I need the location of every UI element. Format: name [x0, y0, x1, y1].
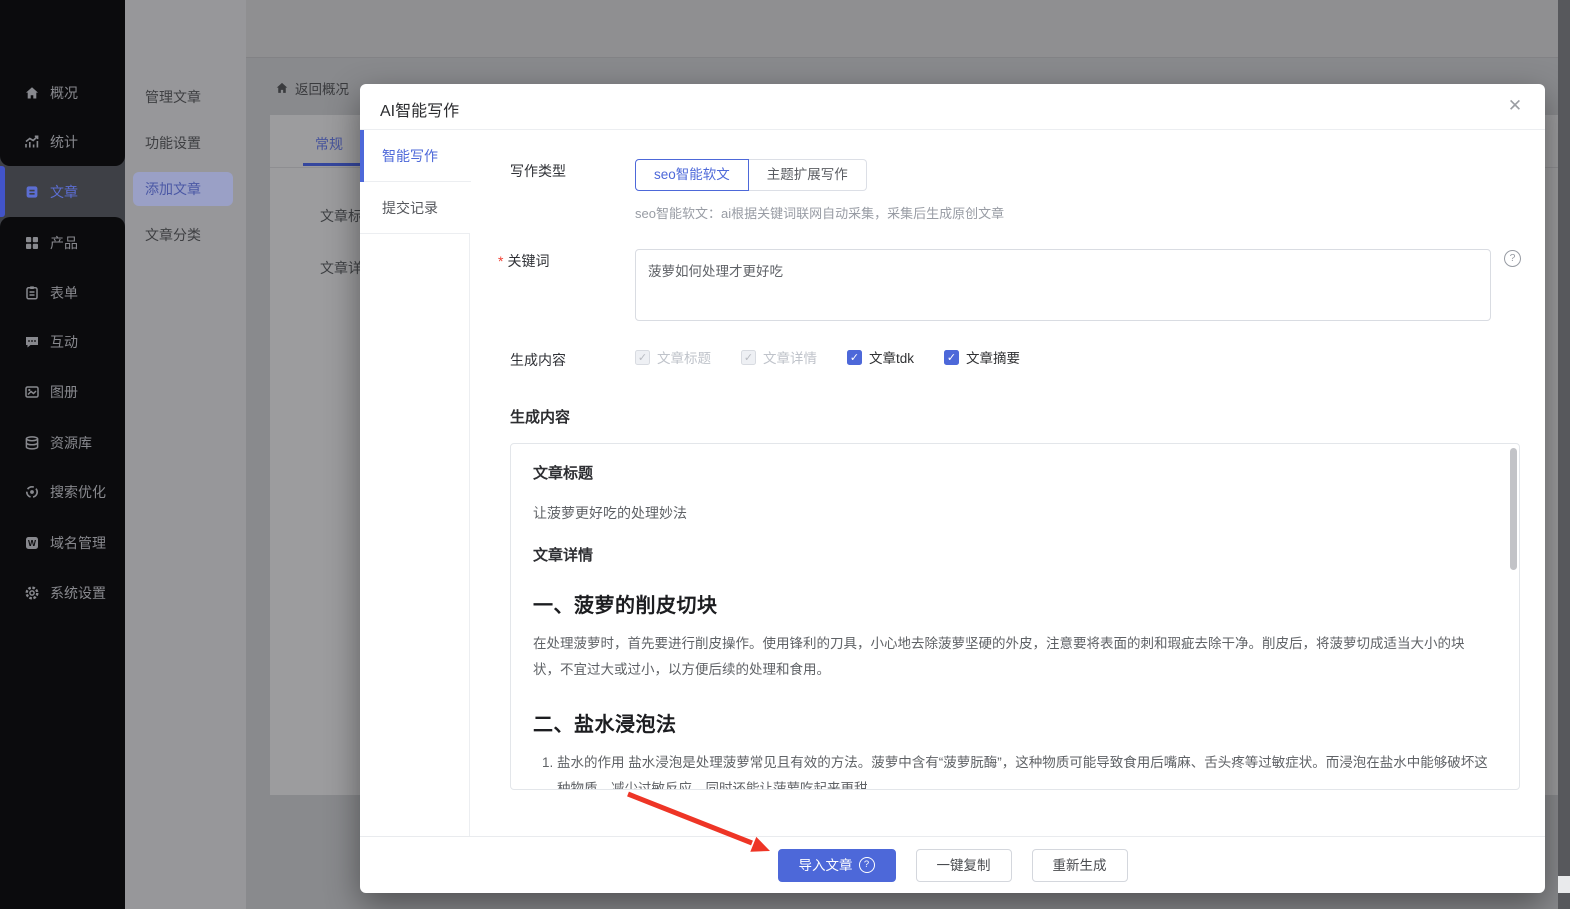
- sidebar-block-bottom: [0, 217, 125, 909]
- checkbox-article-summary[interactable]: ✓ 文章摘要: [944, 347, 1020, 367]
- result-list-item: 盐水的作用 盐水浸泡是处理菠萝常见且有效的方法。菠萝中含有“菠萝朊酶”，这种物质…: [557, 750, 1491, 790]
- writing-type-label: 写作类型: [510, 161, 566, 181]
- breadcrumb[interactable]: 返回概况: [275, 79, 349, 97]
- checkbox-checked-icon: ✓: [635, 350, 650, 365]
- page-scrollbar[interactable]: [1558, 0, 1570, 909]
- breadcrumb-label: 返回概况: [295, 78, 349, 98]
- top-header-bar: [125, 0, 1570, 58]
- close-icon[interactable]: ✕: [1505, 96, 1525, 116]
- checkbox-article-tdk[interactable]: ✓ 文章tdk: [847, 347, 914, 367]
- gear-icon: [24, 585, 40, 601]
- database-icon: [24, 435, 40, 451]
- dialog-footer: 导入文章 ? 一键复制 重新生成: [360, 836, 1545, 893]
- writing-type-hint: seo智能软文：ai根据关键词联网自动采集，采集后生成原创文章: [635, 203, 1004, 222]
- sidebar-item-gallery[interactable]: 图册: [0, 373, 125, 411]
- chat-icon: [24, 334, 40, 350]
- home-icon: [275, 81, 289, 95]
- result-heading-1: 一、菠萝的削皮切块: [533, 589, 1491, 618]
- keyword-input[interactable]: 菠萝如何处理才更好吃: [635, 249, 1491, 321]
- primary-sidebar: 概况 统计 文章 产品 表单 互动 图册 资源库: [0, 0, 125, 909]
- result-title-label: 文章标题: [533, 462, 1491, 483]
- option-seo-article-button[interactable]: seo智能软文: [635, 159, 749, 191]
- optimize-icon: [24, 484, 40, 500]
- domain-icon: W: [24, 535, 40, 551]
- dialog-side-tabs: 智能写作 提交记录: [360, 130, 470, 836]
- result-paragraph-1: 在处理菠萝时，首先要进行削皮操作。使用锋利的刀具，小心地去除菠萝坚硬的外皮，注意…: [533, 631, 1491, 684]
- tab-smart-writing[interactable]: 智能写作: [360, 130, 471, 182]
- screen: 返回概况 常规 文章标题 文章详情 管理文章 功能设置 添加文章 文章分类 概况…: [0, 0, 1570, 909]
- tab-submit-history[interactable]: 提交记录: [360, 182, 470, 234]
- writing-type-options: seo智能软文 主题扩展写作: [635, 159, 867, 191]
- submenu-item-add-article[interactable]: 添加文章: [133, 172, 233, 206]
- checkbox-checked-icon: ✓: [847, 350, 862, 365]
- required-mark: *: [498, 253, 503, 269]
- tab-underline: [303, 163, 361, 166]
- dialog-title: AI智能写作: [380, 97, 459, 121]
- tab-active-bar: [360, 130, 364, 182]
- svg-text:W: W: [28, 538, 37, 548]
- result-detail-label: 文章详情: [533, 544, 1491, 565]
- keyword-label: *关键词: [498, 251, 549, 271]
- checkbox-article-title: ✓ 文章标题: [635, 347, 711, 367]
- sidebar-item-settings[interactable]: 系统设置: [0, 574, 125, 612]
- regenerate-button[interactable]: 重新生成: [1032, 849, 1128, 882]
- stats-icon: [24, 134, 40, 150]
- sidebar-item-resources[interactable]: 资源库: [0, 424, 125, 462]
- result-section-title: 生成内容: [510, 406, 570, 427]
- image-icon: [24, 384, 40, 400]
- copy-all-button[interactable]: 一键复制: [916, 849, 1012, 882]
- option-topic-expand-button[interactable]: 主题扩展写作: [749, 159, 867, 191]
- submenu-item-article-categories[interactable]: 文章分类: [133, 218, 233, 252]
- form-icon: [24, 285, 40, 301]
- checkbox-article-detail: ✓ 文章详情: [741, 347, 817, 367]
- home-icon: [24, 85, 40, 101]
- keyword-help-icon[interactable]: ?: [1504, 250, 1521, 267]
- tab-general[interactable]: 常规: [315, 134, 343, 154]
- sidebar-item-products[interactable]: 产品: [0, 224, 125, 262]
- import-article-button[interactable]: 导入文章 ?: [778, 849, 896, 882]
- sidebar-item-statistics[interactable]: 统计: [0, 123, 125, 161]
- sidebar-item-overview[interactable]: 概况: [0, 74, 125, 112]
- ai-writing-dialog: AI智能写作 ✕ 智能写作 提交记录 写作类型 seo智能软文 主题扩展写作 s…: [360, 84, 1545, 893]
- sidebar-item-interaction[interactable]: 互动: [0, 323, 125, 361]
- submenu-item-feature-settings[interactable]: 功能设置: [133, 126, 233, 160]
- result-scrollbar-thumb[interactable]: [1510, 448, 1517, 570]
- generate-content-label: 生成内容: [510, 350, 566, 370]
- generated-result-box[interactable]: 文章标题 让菠萝更好吃的处理妙法 文章详情 一、菠萝的削皮切块 在处理菠萝时，首…: [510, 443, 1520, 790]
- result-heading-2: 二、盐水浸泡法: [533, 708, 1491, 737]
- checkbox-checked-icon: ✓: [741, 350, 756, 365]
- article-icon: [24, 184, 40, 200]
- sidebar-item-domains[interactable]: W 域名管理: [0, 524, 125, 562]
- products-icon: [24, 235, 40, 251]
- sidebar-item-articles[interactable]: 文章: [0, 166, 125, 217]
- result-list: 盐水的作用 盐水浸泡是处理菠萝常见且有效的方法。菠萝中含有“菠萝朊酶”，这种物质…: [533, 750, 1491, 790]
- submenu-item-manage-articles[interactable]: 管理文章: [133, 80, 233, 114]
- sidebar-item-seo[interactable]: 搜索优化: [0, 473, 125, 511]
- checkbox-checked-icon: ✓: [944, 350, 959, 365]
- sidebar-item-forms[interactable]: 表单: [0, 274, 125, 312]
- result-article-title: 让菠萝更好吃的处理妙法: [533, 503, 1491, 523]
- dialog-header: AI智能写作 ✕: [360, 84, 1545, 130]
- help-icon: ?: [859, 857, 875, 873]
- generate-content-checkboxes: ✓ 文章标题 ✓ 文章详情 ✓ 文章tdk ✓ 文章摘要: [635, 347, 1020, 367]
- page-scrollbar-corner: [1558, 876, 1570, 893]
